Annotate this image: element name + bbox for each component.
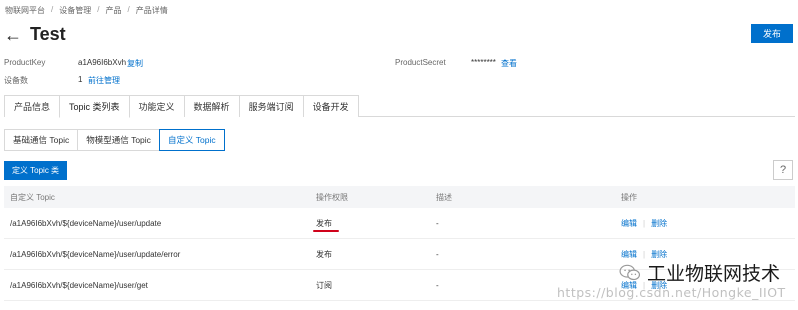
action-divider: | [643, 249, 646, 259]
main-tabs: 产品信息 Topic 类列表 功能定义 数据解析 服务端订阅 设备开发 [4, 95, 795, 118]
header-permission: 操作权限 [316, 192, 348, 202]
publish-button[interactable]: 发布 [751, 24, 793, 43]
device-count-value: 1 [78, 75, 83, 84]
actions-cell: 编辑 | 删除 [621, 280, 795, 291]
topic-cell: /a1A96I6bXvh/${deviceName}/user/get [10, 280, 148, 290]
tab-device-development[interactable]: 设备开发 [302, 95, 359, 117]
device-count-label: 设备数 [4, 76, 28, 85]
breadcrumb-separator: / [127, 5, 130, 14]
tab-product-info[interactable]: 产品信息 [4, 95, 61, 117]
delete-link[interactable]: 删除 [651, 218, 667, 229]
table-row: /a1A96I6bXvh/${deviceName}/user/get 订阅 -… [4, 270, 795, 301]
header-description: 描述 [436, 192, 452, 202]
edit-link[interactable]: 编辑 [621, 218, 637, 229]
permission-cell: 发布 [316, 249, 332, 259]
product-key-label: ProductKey [4, 58, 46, 67]
header-topic: 自定义 Topic [10, 192, 55, 202]
manage-devices-link[interactable]: 前往管理 [88, 75, 120, 86]
breadcrumb-separator: / [51, 5, 54, 14]
table-row: /a1A96I6bXvh/${deviceName}/user/update 发… [4, 208, 795, 239]
delete-link[interactable]: 删除 [651, 249, 667, 260]
tab-data-parsing[interactable]: 数据解析 [183, 95, 240, 117]
tab-server-subscription[interactable]: 服务端订阅 [238, 95, 304, 117]
edit-link[interactable]: 编辑 [621, 280, 637, 291]
breadcrumb-item-product-detail: 产品详情 [135, 6, 168, 15]
topic-cell: /a1A96I6bXvh/${deviceName}/user/update/e… [10, 249, 181, 259]
subtab-basic-topic[interactable]: 基础通信 Topic [4, 129, 79, 151]
topic-table: 自定义 Topic 操作权限 描述 操作 /a1A96I6bXvh/${devi… [4, 186, 795, 301]
actions-cell: 编辑 | 删除 [621, 218, 795, 229]
description-cell: - [436, 249, 439, 259]
action-divider: | [643, 218, 646, 228]
subtab-custom-topic[interactable]: 自定义 Topic [158, 129, 225, 151]
edit-link[interactable]: 编辑 [621, 249, 637, 260]
description-cell: - [436, 218, 439, 228]
product-secret-label: ProductSecret [395, 58, 446, 67]
permission-cell: 发布 [313, 218, 436, 232]
view-secret-link[interactable]: 查看 [501, 58, 517, 69]
subtab-thing-model-topic[interactable]: 物模型通信 Topic [77, 129, 160, 151]
permission-text: 发布 [316, 218, 332, 228]
tab-topic-list[interactable]: Topic 类列表 [59, 95, 130, 118]
permission-cell: 订阅 [316, 280, 332, 290]
actions-cell: 编辑 | 删除 [621, 249, 795, 260]
breadcrumb-item-product[interactable]: 产品 [105, 5, 121, 16]
sub-tabs: 基础通信 Topic 物模型通信 Topic 自定义 Topic [4, 129, 225, 151]
topic-cell: /a1A96I6bXvh/${deviceName}/user/update [10, 218, 162, 228]
breadcrumb-item-platform[interactable]: 物联网平台 [5, 5, 45, 16]
header-actions: 操作 [621, 192, 637, 202]
define-topic-button[interactable]: 定义 Topic 类 [4, 161, 67, 180]
breadcrumb-separator: / [97, 5, 100, 14]
page-title: Test [30, 24, 66, 44]
product-secret-value: ******** [471, 58, 496, 67]
table-row: /a1A96I6bXvh/${deviceName}/user/update/e… [4, 239, 795, 270]
tab-feature-definition[interactable]: 功能定义 [128, 95, 185, 117]
breadcrumb: 物联网平台 / 设备管理 / 产品 / 产品详情 [5, 5, 168, 16]
help-icon[interactable]: ? [773, 160, 793, 180]
table-header: 自定义 Topic 操作权限 描述 操作 [4, 186, 795, 208]
description-cell: - [436, 280, 439, 290]
delete-link[interactable]: 删除 [651, 280, 667, 291]
copy-link[interactable]: 复制 [127, 58, 143, 69]
title-row: ← Test [4, 24, 66, 45]
action-divider: | [643, 280, 646, 290]
breadcrumb-item-device-management[interactable]: 设备管理 [59, 5, 91, 16]
product-key-value: a1A96I6bXvh [78, 58, 127, 67]
back-arrow-icon[interactable]: ← [4, 26, 22, 44]
annotation-underline [313, 229, 339, 232]
product-info-panel: ProductKey a1A96I6bXvh 复制 ProductSecret … [4, 58, 784, 88]
